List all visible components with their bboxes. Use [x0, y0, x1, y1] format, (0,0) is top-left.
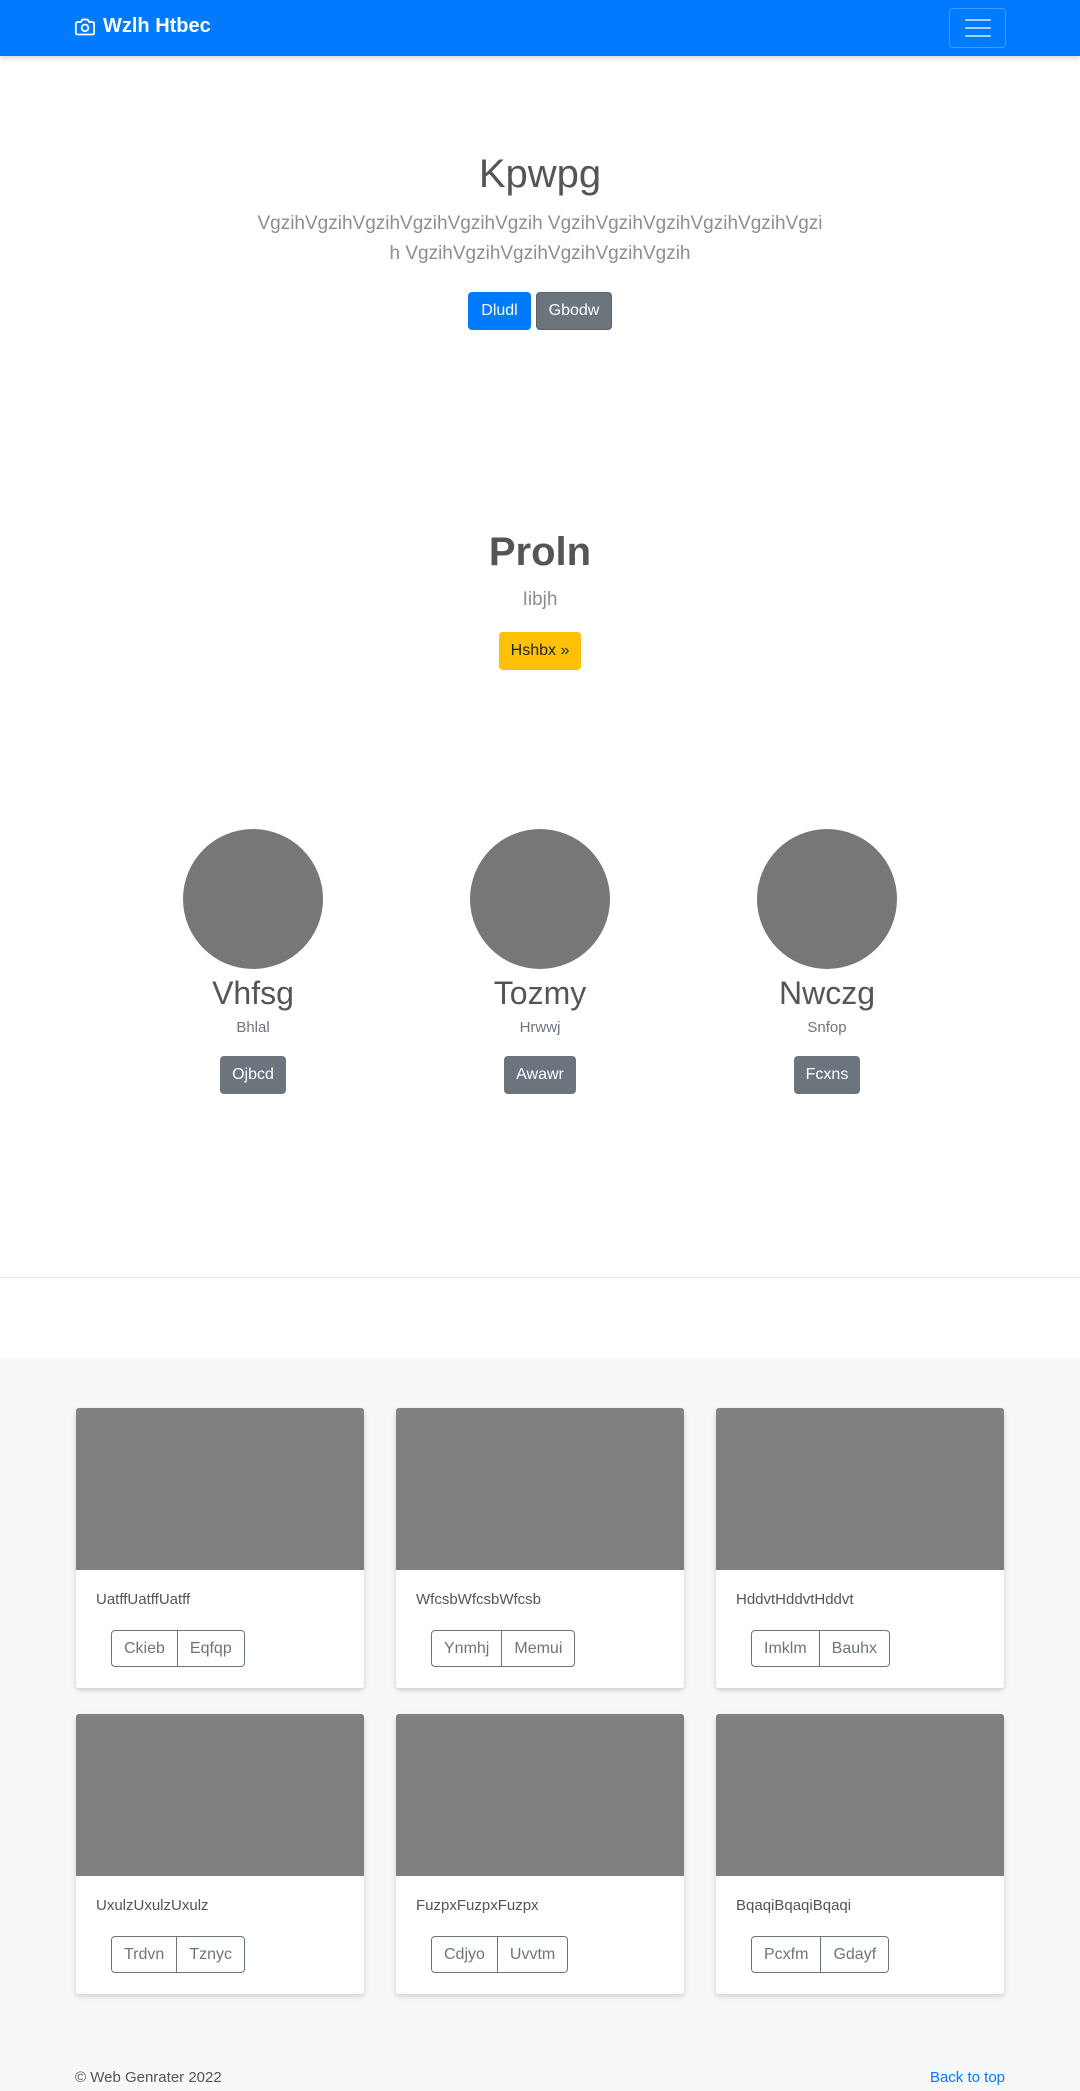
- card-button[interactable]: Imklm: [751, 1630, 820, 1667]
- album-card: FuzpxFuzpxFuzpx Cdjyo Uvvtm: [396, 1714, 684, 1994]
- hero-secondary-button[interactable]: Gbodw: [536, 292, 612, 330]
- card-button[interactable]: Cdjyo: [431, 1936, 498, 1973]
- footer-copyright: © Web Genrater 2022: [75, 2069, 222, 2086]
- section-divider: [0, 1277, 1080, 1278]
- hero-title: Kpwpg: [478, 152, 602, 196]
- person-button[interactable]: Awawr: [504, 1056, 576, 1094]
- card-button-group: Pcxfm Gdayf: [751, 1936, 890, 1973]
- brand-name: Wzlh Htbec: [103, 15, 211, 37]
- card-thumbnail: [396, 1714, 684, 1876]
- avatar: [470, 829, 610, 969]
- brand-link[interactable]: Wzlh Htbec: [75, 15, 211, 38]
- person-name: Tozmy: [493, 975, 587, 1011]
- hero-primary-button[interactable]: Dludl: [468, 292, 531, 330]
- hero-lead: VgzihVgzihVgzihVgzihVgzihVgzih VgzihVgzi…: [257, 213, 823, 264]
- card-text: UatffUatffUatff: [96, 1591, 191, 1608]
- card-button[interactable]: Pcxfm: [751, 1936, 822, 1973]
- card-button[interactable]: Ckieb: [111, 1630, 178, 1667]
- card-button[interactable]: Memui: [502, 1630, 576, 1667]
- person-button[interactable]: Ojbcd: [220, 1056, 286, 1094]
- back-to-top-link[interactable]: Back to top: [930, 2069, 1005, 2086]
- card-button[interactable]: Trdvn: [111, 1936, 178, 1973]
- person-role: Bhlal: [236, 1019, 270, 1036]
- card-text: UxulzUxulzUxulz: [96, 1897, 209, 1914]
- card-button-group: Cdjyo Uvvtm: [431, 1936, 569, 1973]
- album-card: BqaqiBqaqiBqaqi Pcxfm Gdayf: [716, 1714, 1004, 1994]
- album-card: UxulzUxulzUxulz Trdvn Tznyc: [76, 1714, 364, 1994]
- album-card: UatffUatffUatff Ckieb Eqfqp: [76, 1408, 364, 1688]
- section-action-button[interactable]: Hshbx »: [499, 632, 581, 670]
- card-button[interactable]: Ynmhj: [431, 1630, 503, 1667]
- card-text: BqaqiBqaqiBqaqi: [736, 1897, 852, 1914]
- person-role: Snfop: [807, 1019, 847, 1036]
- card-text: HddvtHddvtHddvt: [736, 1591, 854, 1608]
- person-role: Hrwwj: [519, 1019, 561, 1036]
- card-button[interactable]: Eqfqp: [177, 1630, 245, 1667]
- album-section: UatffUatffUatff Ckieb Eqfqp WfcsbWfcsbWf…: [0, 1358, 1080, 2091]
- navbar-toggler-button[interactable]: [949, 8, 1006, 48]
- person-card: Tozmy Hrwwj Awawr: [440, 829, 640, 1094]
- card-button-group: Trdvn Tznyc: [111, 1936, 245, 1973]
- card-button[interactable]: Gdayf: [821, 1936, 890, 1973]
- section-subtitle: Iibjh: [522, 589, 558, 610]
- avatar: [183, 829, 323, 969]
- card-button[interactable]: Bauhx: [819, 1630, 891, 1667]
- card-text: FuzpxFuzpxFuzpx: [416, 1897, 539, 1914]
- card-thumbnail: [76, 1714, 364, 1876]
- card-thumbnail: [396, 1408, 684, 1570]
- album-card: HddvtHddvtHddvt Imklm Bauhx: [716, 1408, 1004, 1688]
- card-thumbnail: [716, 1714, 1004, 1876]
- hamburger-icon: [964, 19, 991, 21]
- card-button-group: Ckieb Eqfqp: [111, 1630, 245, 1667]
- card-button-group: Ynmhj Memui: [431, 1630, 576, 1667]
- card-button-group: Imklm Bauhx: [751, 1630, 891, 1667]
- camera-icon: [75, 18, 95, 35]
- card-thumbnail: [716, 1408, 1004, 1570]
- person-name: Nwczg: [778, 975, 875, 1011]
- avatar: [757, 829, 897, 969]
- album-card: WfcsbWfcsbWfcsb Ynmhj Memui: [396, 1408, 684, 1688]
- card-button[interactable]: Tznyc: [177, 1936, 245, 1973]
- person-button[interactable]: Fcxns: [793, 1056, 861, 1094]
- section-title: Proln: [488, 530, 592, 574]
- person-card: Nwczg Snfop Fcxns: [727, 829, 927, 1094]
- navbar: Wzlh Htbec: [0, 0, 1080, 56]
- card-text: WfcsbWfcsbWfcsb: [416, 1591, 542, 1608]
- card-button[interactable]: Uvvtm: [497, 1936, 569, 1973]
- card-thumbnail: [76, 1408, 364, 1570]
- person-name: Vhfsg: [212, 975, 294, 1011]
- person-card: Vhfsg Bhlal Ojbcd: [153, 829, 353, 1094]
